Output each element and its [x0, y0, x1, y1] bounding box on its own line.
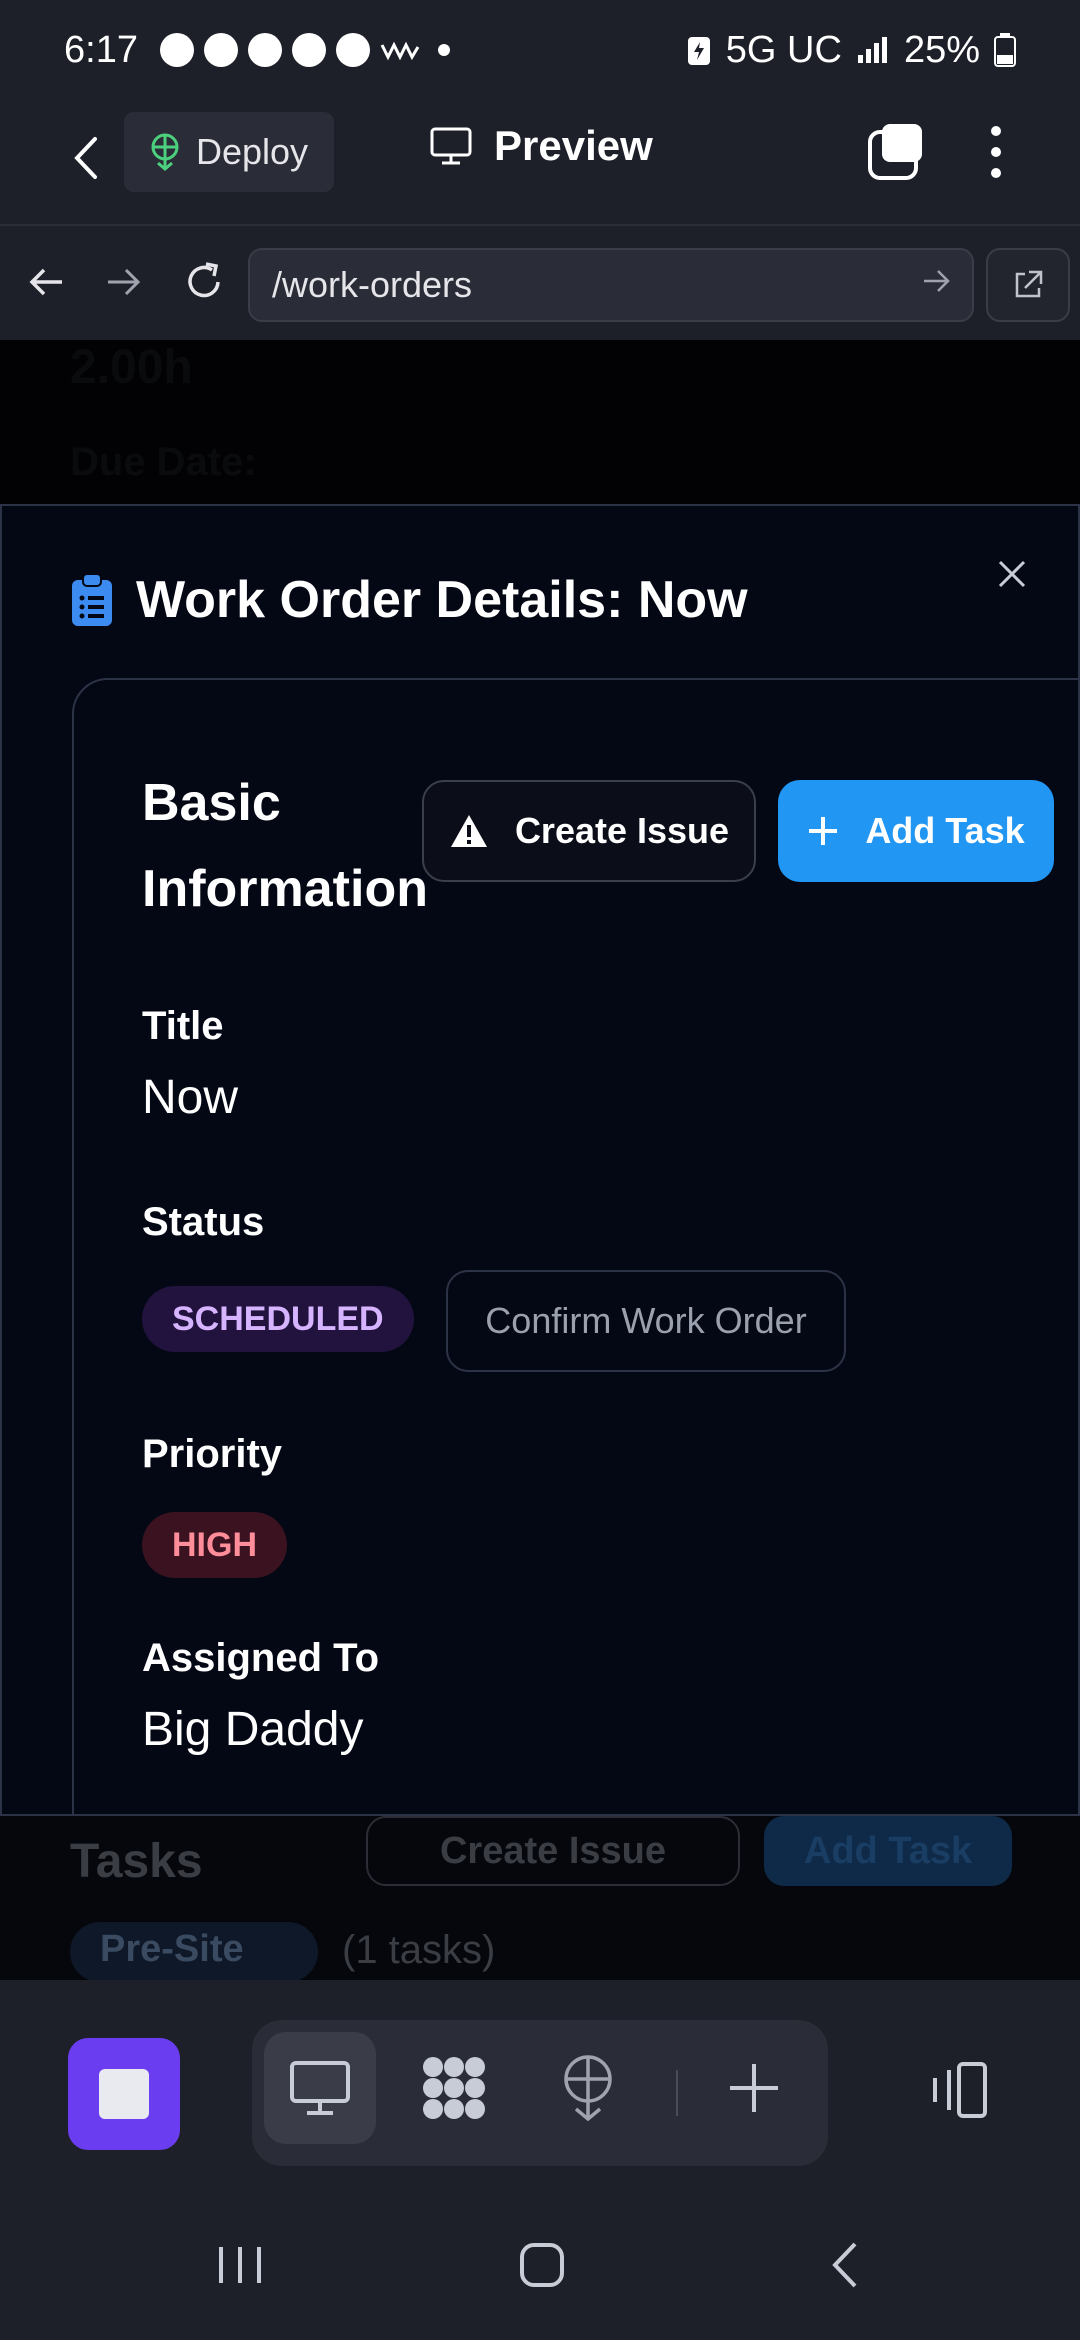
- bg-tasks-heading: Tasks: [70, 1835, 203, 1888]
- external-link-icon: [1015, 270, 1043, 298]
- plus-icon: [730, 2064, 778, 2112]
- more-menu-button[interactable]: [976, 122, 1016, 182]
- warning-icon: [450, 815, 487, 847]
- tabs-icon: [868, 124, 922, 180]
- arrow-left-icon: [29, 268, 62, 296]
- system-nav-bar: [0, 2190, 1080, 2340]
- chevron-left-icon: [74, 137, 97, 179]
- home-icon: [520, 2243, 564, 2287]
- notification-icons: [159, 33, 450, 67]
- url-bar[interactable]: /work-orders: [248, 248, 974, 322]
- plus-icon: [809, 817, 838, 845]
- priority-label: Priority: [142, 1432, 283, 1476]
- reload-icon: [188, 262, 220, 298]
- arrow-right-icon: [108, 268, 141, 296]
- browser-back-button[interactable]: [18, 254, 74, 310]
- title-value: Now: [142, 1071, 239, 1124]
- devices-icon: [933, 2062, 987, 2118]
- preview-tool-button[interactable]: [264, 2032, 376, 2144]
- modal-header: Work Order Details: Now: [70, 570, 748, 630]
- web-content: 2.00h Due Date: Tasks Create Issue Add T…: [0, 340, 1080, 1980]
- url-text: /work-orders: [272, 264, 473, 305]
- browser-forward-button[interactable]: [96, 254, 152, 310]
- add-task-label: Add Task: [865, 810, 1025, 851]
- chat-notification-icon: [159, 33, 194, 67]
- apps-grid-icon: [423, 2057, 485, 2119]
- bg-due-date-label: Due Date:: [70, 440, 257, 484]
- dot: [991, 168, 1001, 178]
- back-button[interactable]: [56, 128, 116, 188]
- deploy-label: Deploy: [196, 131, 309, 172]
- messenger-notification-icon: [247, 33, 282, 67]
- reload-button[interactable]: [176, 254, 232, 310]
- bg-create-issue-button: Create Issue: [366, 1816, 740, 1886]
- bg-hours: 2.00h: [70, 341, 193, 394]
- monitor-icon: [290, 2061, 350, 2115]
- status-bar: 6:17 5G UC 25%: [0, 0, 1080, 100]
- bg-task-count: (1 tasks): [342, 1928, 496, 1972]
- browser-toolbar: /work-orders: [0, 224, 1080, 340]
- add-task-button[interactable]: Add Task: [778, 780, 1054, 882]
- priority-badge: HIGH: [142, 1512, 287, 1578]
- open-external-button[interactable]: [986, 248, 1070, 322]
- preview-tab[interactable]: Preview: [430, 122, 653, 170]
- bg-add-task-button: Add Task: [764, 1816, 1012, 1886]
- signal-icon: [857, 37, 887, 63]
- work-order-modal: Work Order Details: Now Basic Informatio…: [0, 504, 1080, 1816]
- wave-notification-icon: [380, 41, 420, 61]
- bg-add-task-label: Add Task: [803, 1829, 973, 1872]
- go-arrow-icon[interactable]: [920, 264, 954, 298]
- recents-icon: [219, 2247, 261, 2283]
- more-notifications-icon: [437, 44, 450, 56]
- create-issue-button[interactable]: Create Issue: [422, 780, 756, 882]
- dot: [991, 147, 1001, 157]
- app-header: Deploy Preview: [0, 100, 1080, 224]
- assigned-to-value: Big Daddy: [142, 1703, 364, 1756]
- monitor-icon: [430, 127, 472, 165]
- status-time: 6:17: [64, 28, 138, 71]
- status-badge: SCHEDULED: [142, 1286, 414, 1352]
- bottom-toolbar: [0, 1980, 1080, 2196]
- card-heading: Basic Information: [142, 774, 428, 918]
- stop-icon: [99, 2069, 149, 2119]
- deploy-button[interactable]: Deploy: [124, 112, 334, 192]
- stop-button[interactable]: [68, 2038, 180, 2150]
- battery-percent: 25%: [903, 28, 980, 71]
- deploy-tool-button[interactable]: [532, 2032, 644, 2144]
- modal-title: Work Order Details: Now: [136, 571, 748, 629]
- devices-button[interactable]: [920, 2038, 996, 2142]
- bg-create-issue-label: Create Issue: [439, 1829, 666, 1872]
- bg-group-label: Pre-Site: [100, 1928, 244, 1970]
- close-button[interactable]: [992, 554, 1032, 594]
- tabs-button[interactable]: [866, 122, 926, 182]
- confirm-work-order-button[interactable]: Confirm Work Order: [446, 1270, 846, 1372]
- background-tasks-row: Tasks Create Issue Add Task Pre-Site (1 …: [0, 1816, 1080, 1980]
- battery-saver-icon: [687, 37, 710, 65]
- system-back-button[interactable]: [804, 2230, 884, 2300]
- messenger-notification-icon: [291, 33, 326, 67]
- create-issue-label: Create Issue: [514, 810, 730, 851]
- deploy-icon: [564, 2055, 612, 2122]
- messenger-notification-icon: [335, 33, 370, 67]
- basic-information-card: Basic Information Create Issue Add Task …: [72, 678, 1078, 1814]
- chevron-left-icon: [832, 2242, 857, 2288]
- preview-label: Preview: [494, 122, 653, 169]
- battery-icon: [994, 33, 1016, 67]
- apps-tool-button[interactable]: [398, 2032, 510, 2144]
- home-button[interactable]: [502, 2230, 582, 2300]
- title-label: Title: [142, 1004, 224, 1048]
- recent-apps-button[interactable]: [200, 2230, 280, 2300]
- confirm-work-order-label: Confirm Work Order: [485, 1300, 807, 1341]
- assigned-to-label: Assigned To: [142, 1636, 380, 1680]
- deploy-icon: [151, 133, 179, 171]
- messenger-notification-icon: [203, 33, 238, 67]
- status-label: Status: [142, 1200, 265, 1244]
- clipboard-list-icon: [72, 573, 112, 626]
- dot: [991, 126, 1001, 136]
- add-tool-button[interactable]: [698, 2032, 810, 2144]
- tool-group: [252, 2020, 828, 2166]
- divider: [676, 2070, 678, 2116]
- close-icon: [998, 560, 1026, 588]
- network-label: 5G UC: [725, 28, 842, 71]
